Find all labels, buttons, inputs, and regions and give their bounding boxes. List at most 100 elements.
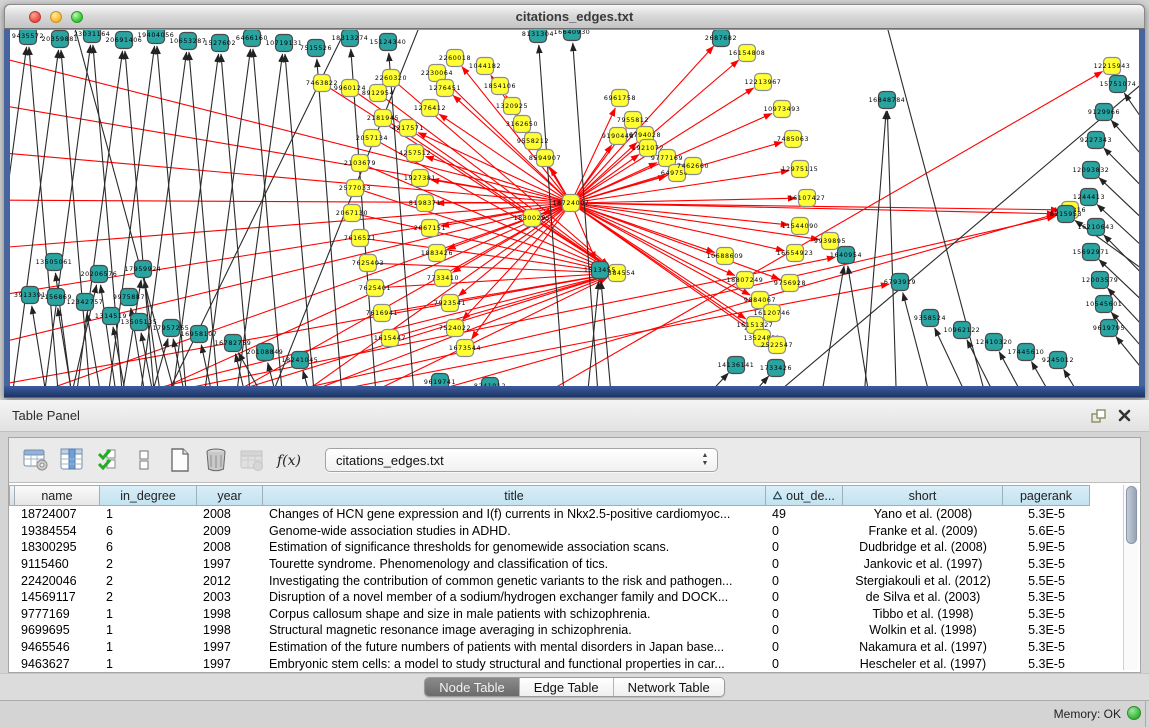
- cell-year[interactable]: 1997: [197, 557, 263, 571]
- citation-edge-black[interactable]: [601, 281, 616, 386]
- cell-pagerank[interactable]: 5.3E-5: [1003, 507, 1090, 521]
- cell-pagerank[interactable]: 5.3E-5: [1003, 640, 1090, 654]
- citation-edge-red[interactable]: [571, 46, 714, 203]
- cell-short[interactable]: de Silva et al. (2003): [843, 590, 1003, 604]
- citation-edge-black[interactable]: [812, 266, 844, 386]
- cell-in_degree[interactable]: 2: [100, 574, 197, 588]
- cell-year[interactable]: 2008: [197, 540, 263, 554]
- select-columns-icon[interactable]: [91, 444, 125, 476]
- cell-short[interactable]: Yano et al. (2008): [843, 507, 1003, 521]
- cell-pagerank[interactable]: 5.3E-5: [1003, 657, 1090, 671]
- table-row[interactable]: 1872400712008Changes of HCN gene express…: [9, 506, 1140, 523]
- table-row[interactable]: 911546021997Tourette syndrome. Phenomeno…: [9, 556, 1140, 573]
- cell-title[interactable]: Tourette syndrome. Phenomenology and cla…: [263, 557, 766, 571]
- cell-short[interactable]: Stergiakouli et al. (2012): [843, 574, 1003, 588]
- cell-short[interactable]: Tibbo et al. (1998): [843, 607, 1003, 621]
- cell-year[interactable]: 2009: [197, 524, 263, 538]
- cell-short[interactable]: Dudbridge et al. (2008): [843, 540, 1003, 554]
- citation-edge-black[interactable]: [903, 293, 944, 386]
- column-header-out_de[interactable]: out_de...: [766, 485, 843, 506]
- cell-out_de[interactable]: 0: [766, 540, 843, 554]
- citation-edge-red[interactable]: [462, 67, 571, 203]
- citation-edge-black[interactable]: [1064, 369, 1112, 386]
- cell-in_degree[interactable]: 1: [100, 507, 197, 521]
- cell-title[interactable]: Estimation of the future numbers of pati…: [263, 640, 766, 654]
- cell-pagerank[interactable]: 5.5E-5: [1003, 574, 1090, 588]
- citation-edge-black[interactable]: [848, 266, 878, 386]
- citation-edge-black[interactable]: [101, 46, 155, 386]
- cell-in_degree[interactable]: 2: [100, 557, 197, 571]
- cell-name[interactable]: 22420046: [15, 574, 100, 588]
- column-header-year[interactable]: year: [197, 485, 263, 506]
- cell-out_de[interactable]: 0: [766, 590, 843, 604]
- cell-name[interactable]: 9699695: [15, 623, 100, 637]
- cell-name[interactable]: 18724007: [15, 507, 100, 521]
- citation-edge-red[interactable]: [10, 203, 571, 250]
- cell-title[interactable]: Changes of HCN gene expression and I(f) …: [263, 507, 766, 521]
- close-panel-icon[interactable]: [1115, 407, 1135, 425]
- cell-short[interactable]: Hescheler et al. (1997): [843, 657, 1003, 671]
- new-table-icon[interactable]: [163, 444, 197, 476]
- cell-out_de[interactable]: 0: [766, 640, 843, 654]
- citation-edge-red[interactable]: [383, 118, 608, 267]
- cell-title[interactable]: Investigating the contribution of common…: [263, 574, 766, 588]
- cell-name[interactable]: 9465546: [15, 640, 100, 654]
- table-row[interactable]: 969969511998Structural magnetic resonanc…: [9, 622, 1140, 639]
- table-settings-icon[interactable]: [19, 444, 53, 476]
- network-window-titlebar[interactable]: citations_edges.txt: [4, 4, 1145, 29]
- cell-short[interactable]: Franke et al. (2009): [843, 524, 1003, 538]
- table-selector-dropdown[interactable]: citations_edges.txt▲▼: [325, 448, 718, 472]
- citation-edge-red[interactable]: [10, 275, 606, 386]
- cell-in_degree[interactable]: 1: [100, 657, 197, 671]
- citation-edge-red[interactable]: [571, 203, 784, 251]
- cell-pagerank[interactable]: 5.3E-5: [1003, 590, 1090, 604]
- cell-short[interactable]: Nakamura et al. (1997): [843, 640, 1003, 654]
- cell-in_degree[interactable]: 1: [100, 640, 197, 654]
- cell-year[interactable]: 2012: [197, 574, 263, 588]
- cell-title[interactable]: Disruption of a novel member of a sodium…: [263, 590, 766, 604]
- cell-short[interactable]: Wolkin et al. (1998): [843, 623, 1003, 637]
- citation-edge-red[interactable]: [368, 263, 606, 273]
- citation-edge-black[interactable]: [887, 111, 898, 386]
- cell-out_de[interactable]: 0: [766, 607, 843, 621]
- cell-year[interactable]: 2003: [197, 590, 263, 604]
- cell-title[interactable]: Structural magnetic resonance image aver…: [263, 623, 766, 637]
- tab-edge-table[interactable]: Edge Table: [519, 678, 613, 696]
- cell-name[interactable]: 19384554: [15, 524, 100, 538]
- cell-short[interactable]: Jankovic et al. (1997): [843, 557, 1003, 571]
- table-row[interactable]: 946362711997Embryonic stem cells: a mode…: [9, 655, 1140, 672]
- citation-edge-red[interactable]: [571, 203, 819, 239]
- cell-in_degree[interactable]: 6: [100, 540, 197, 554]
- cell-pagerank[interactable]: 5.6E-5: [1003, 524, 1090, 538]
- citation-edge-black[interactable]: [1116, 337, 1139, 386]
- table-row[interactable]: 1456911722003Disruption of a novel membe…: [9, 589, 1140, 606]
- citation-edge-black[interactable]: [860, 111, 886, 386]
- citation-edge-black[interactable]: [29, 47, 63, 386]
- column-header-in_degree[interactable]: in_degree: [100, 485, 197, 506]
- cell-pagerank[interactable]: 5.9E-5: [1003, 540, 1090, 554]
- table-vertical-scrollbar[interactable]: [1123, 485, 1138, 670]
- cell-name[interactable]: 18300295: [15, 540, 100, 554]
- cell-name[interactable]: 9777169: [15, 607, 100, 621]
- table-row[interactable]: 1938455462009Genome-wide association stu…: [9, 523, 1140, 540]
- cell-out_de[interactable]: 0: [766, 574, 843, 588]
- column-header-name[interactable]: name: [15, 485, 100, 506]
- citation-edge-black[interactable]: [285, 54, 319, 386]
- citation-edge-black[interactable]: [1104, 148, 1139, 215]
- citation-edge-black[interactable]: [268, 363, 290, 386]
- cell-year[interactable]: 2008: [197, 507, 263, 521]
- column-header-pagerank[interactable]: pagerank: [1003, 485, 1090, 506]
- cell-name[interactable]: 14569117: [15, 590, 100, 604]
- citation-edge-black[interactable]: [656, 373, 728, 386]
- cell-out_de[interactable]: 0: [766, 524, 843, 538]
- citation-edge-red[interactable]: [10, 216, 1055, 386]
- cell-in_degree[interactable]: 1: [100, 607, 197, 621]
- cell-pagerank[interactable]: 5.3E-5: [1003, 623, 1090, 637]
- table-row[interactable]: 977716911998Corpus callosum shape and si…: [9, 606, 1140, 623]
- delete-table-icon[interactable]: [199, 444, 233, 476]
- cell-year[interactable]: 1997: [197, 640, 263, 654]
- cell-pagerank[interactable]: 5.3E-5: [1003, 607, 1090, 621]
- cell-out_de[interactable]: 0: [766, 657, 843, 671]
- rows-icon[interactable]: [127, 444, 161, 476]
- cell-name[interactable]: 9463627: [15, 657, 100, 671]
